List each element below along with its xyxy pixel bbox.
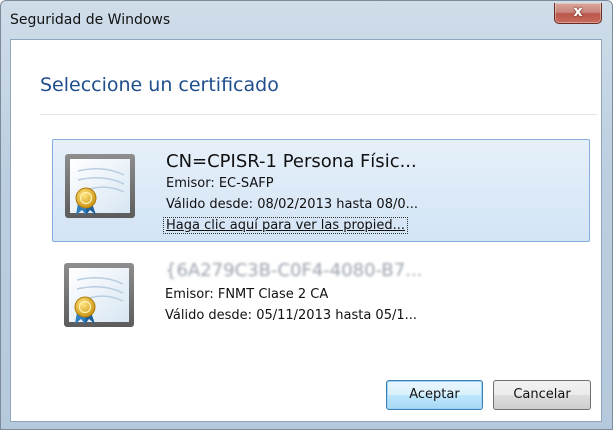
certificate-issuer: Emisor: FNMT Clase 2 CA: [165, 287, 329, 302]
dialog-window: Seguridad de Windows x Seleccione un cer…: [0, 0, 613, 430]
certificate-name: CN=CPISR-1 Persona Físic...: [166, 151, 417, 172]
certificate-issuer: Emisor: EC-SAFP: [166, 176, 274, 191]
certificate-icon: [65, 154, 135, 218]
certificate-details: CN=CPISR-1 Persona Físic... Emisor: EC-S…: [163, 140, 419, 234]
certificate-item-selected[interactable]: CN=CPISR-1 Persona Físic... Emisor: EC-S…: [52, 139, 590, 242]
window-title: Seguridad de Windows: [10, 12, 171, 28]
dialog-heading: Seleccione un certificado: [40, 74, 279, 96]
certificate-validity: Válido desde: 05/11/2013 hasta 05/1...: [165, 308, 418, 323]
close-button[interactable]: x: [554, 3, 602, 24]
close-icon: x: [573, 4, 583, 20]
certificate-properties-link[interactable]: Haga clic aquí para ver las propied...: [163, 217, 409, 234]
dialog-content: Seleccione un certificado CN=CPISR-1 Per…: [10, 39, 602, 422]
accept-button[interactable]: Aceptar: [386, 380, 483, 410]
heading-divider: [40, 114, 597, 115]
certificate-details: {6A279C3B-C0F4-4080-B7... Emisor: FNMT C…: [165, 255, 422, 323]
certificate-item[interactable]: {6A279C3B-C0F4-4080-B7... Emisor: FNMT C…: [52, 255, 590, 339]
title-bar[interactable]: Seguridad de Windows x: [1, 1, 612, 39]
certificate-icon: [64, 263, 134, 327]
certificate-name: {6A279C3B-C0F4-4080-B7...: [165, 260, 423, 281]
cancel-button[interactable]: Cancelar: [493, 380, 591, 410]
certificate-validity: Válido desde: 08/02/2013 hasta 08/0...: [166, 197, 419, 212]
